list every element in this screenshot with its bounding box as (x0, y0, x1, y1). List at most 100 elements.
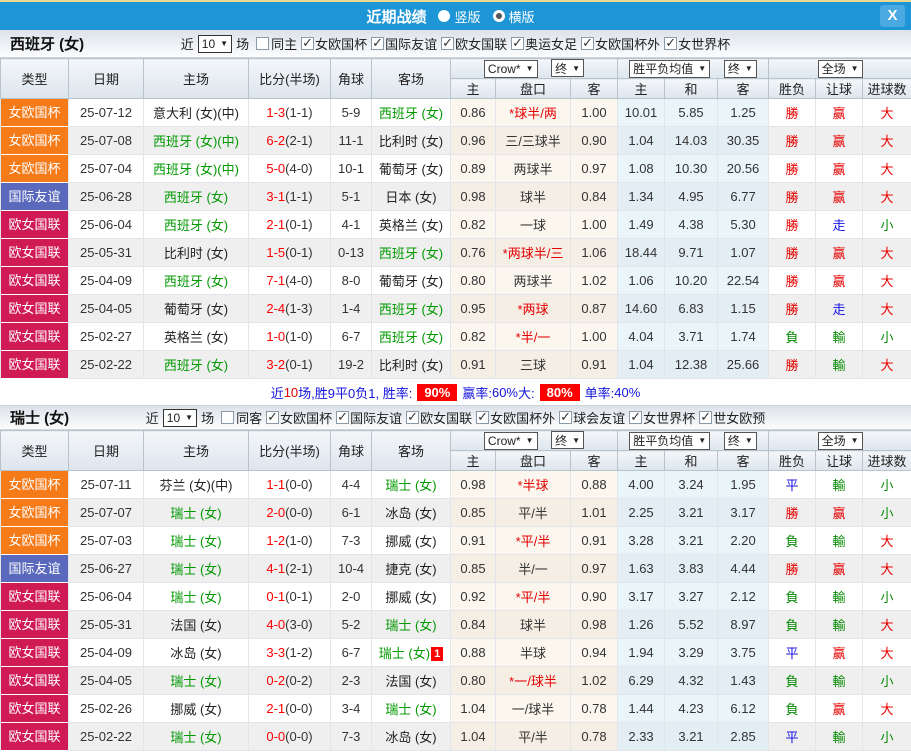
date-cell: 25-07-11 (68, 470, 144, 499)
avg-draw-cell: 9.71 (664, 238, 719, 267)
match-count-select[interactable]: 10 ▼ (197, 34, 233, 53)
competition-label: 女欧国杯外 (595, 37, 661, 52)
scope-group-header: 全场 ▼ (768, 430, 911, 451)
competition-label: 国际友谊 (385, 37, 438, 52)
corner-cell: 19-2 (330, 350, 372, 379)
record-summary: 近 10 场,胜9平0负1, 胜率: 90% 赢率: 60% 大: 80% 单率: 40% (0, 379, 911, 406)
match-row: 女欧国杯 25-07-12 意大利 (女)(中) 1-3(1-1) 5-9 西班牙 (女)… (0, 98, 911, 127)
near-label: 近 (145, 411, 159, 426)
away-team-cell: 葡萄牙 (女) (371, 266, 451, 295)
avg-time-select[interactable]: 终 ▼ (723, 59, 757, 78)
date-cell: 25-02-22 (68, 350, 144, 379)
away-odds-cell: 1.06 (569, 238, 619, 267)
avg-home-cell: 2.25 (617, 498, 666, 527)
same-venue-checkbox[interactable] (221, 411, 235, 424)
competition-checkbox[interactable] (301, 35, 315, 51)
competition-checkbox[interactable] (336, 409, 350, 425)
away-team-cell: 冰岛 (女) (371, 722, 451, 751)
away-team-cell: 瑞士 (女) (371, 610, 451, 639)
competition-checkbox[interactable] (441, 35, 455, 51)
handicap-cell: 球半 (495, 182, 571, 211)
home-team-cell: 瑞士 (女) (143, 582, 249, 611)
match-row: 欧女国联 25-04-05 葡萄牙 (女) 2-4(1-3) 1-4 西班牙 (女) 0.9… (0, 294, 911, 323)
avg-away-cell: 2.20 (717, 526, 770, 555)
competition-checkbox[interactable] (371, 35, 385, 51)
scope-select[interactable]: 全场 ▼ (817, 59, 863, 78)
competition-filters: 女欧国杯 国际友谊 欧女国联 女欧国杯外 球会友谊 女世界杯 世女欧预 (262, 408, 765, 427)
competition-type-badge: 欧女国联 (0, 610, 69, 639)
avg-away-cell: 2.12 (717, 582, 770, 611)
home-odds-cell: 0.85 (450, 498, 496, 527)
avg-draw-cell: 3.29 (664, 638, 719, 667)
match-row: 欧女国联 25-02-26 挪威 (女) 2-1(0-0) 3-4 瑞士 (女) 1.04 一… (0, 694, 911, 723)
avg-home-cell: 18.44 (617, 238, 666, 267)
competition-checkbox[interactable] (406, 409, 420, 425)
odds-time-select[interactable]: 终 ▼ (551, 59, 585, 78)
away-odds-cell: 0.98 (569, 610, 619, 639)
avg-type-select[interactable]: 胜平负均值 ▼ (629, 431, 711, 450)
competition-checkbox[interactable] (699, 409, 713, 425)
home-odds-cell: 0.91 (450, 526, 496, 555)
competition-checkbox[interactable] (559, 409, 573, 425)
result-handicap-cell: 赢 (815, 154, 864, 183)
score-cell: 1-2(1-0) (248, 526, 331, 555)
same-venue-checkbox[interactable] (256, 37, 270, 50)
match-row: 女欧国杯 25-07-08 西班牙 (女)(中) 6-2(2-1) 11-1 比利时 (女… (0, 126, 911, 155)
competition-checkbox[interactable] (476, 409, 490, 425)
match-count-select[interactable]: 10 ▼ (162, 408, 198, 427)
avg-away-cell: 1.15 (717, 294, 770, 323)
avg-time-select[interactable]: 终 ▼ (723, 431, 757, 450)
sub-header-handicap: 盘口 (495, 78, 571, 99)
score-cell: 3-3(1-2) (248, 638, 331, 667)
avg-home-cell: 1.63 (617, 554, 666, 583)
away-team-cell: 瑞士 (女) (371, 470, 451, 499)
horizontal-layout-label: 横版 (508, 9, 535, 25)
odds-time-select[interactable]: 终 ▼ (551, 431, 585, 450)
odds-company-select[interactable]: Crow* ▼ (483, 59, 538, 78)
result-handicap-cell: 輸 (815, 666, 864, 695)
away-odds-cell: 0.88 (569, 470, 619, 499)
away-team-cell: 冰岛 (女) (371, 498, 451, 527)
home-team-cell: 意大利 (女)(中) (143, 98, 249, 127)
avg-draw-cell: 3.21 (664, 498, 719, 527)
match-row: 国际友谊 25-06-27 瑞士 (女) 4-1(2-1) 10-4 捷克 (女) 0.85… (0, 554, 911, 583)
competition-checkbox[interactable] (664, 35, 678, 51)
results-table-switzerland: 类型 日期 主场 比分(半场) 角球 客场 Crow* ▼ 终 ▼ 胜平负均值 ▼ 终… (0, 430, 911, 751)
competition-type-badge: 女欧国杯 (0, 526, 69, 555)
result-goals-cell: 大 (862, 238, 911, 267)
match-row: 欧女国联 25-02-22 瑞士 (女) 0-0(0-0) 7-3 冰岛 (女) 1.04 平… (0, 722, 911, 751)
match-row: 欧女国联 25-06-04 瑞士 (女) 0-1(0-1) 2-0 挪威 (女) 0.92 *… (0, 582, 911, 611)
result-wdl-cell: 勝 (768, 498, 817, 527)
competition-checkbox[interactable] (511, 35, 525, 51)
away-team-cell: 日本 (女) (371, 182, 451, 211)
horizontal-layout-radio[interactable] (492, 10, 505, 22)
home-odds-cell: 0.95 (450, 294, 496, 323)
summary-part: 单率: (584, 385, 615, 401)
home-odds-cell: 0.92 (450, 582, 496, 611)
corner-cell: 11-1 (330, 126, 372, 155)
scope-select[interactable]: 全场 ▼ (817, 431, 863, 450)
match-row: 女欧国杯 25-07-03 瑞士 (女) 1-2(1-0) 7-3 挪威 (女) 0.91 *… (0, 526, 911, 555)
competition-checkbox[interactable] (266, 409, 280, 425)
competition-checkbox[interactable] (629, 409, 643, 425)
chevron-down-icon: ▼ (744, 64, 753, 73)
away-team-cell: 瑞士 (女) (371, 694, 451, 723)
home-team-cell: 英格兰 (女) (143, 322, 249, 351)
odds-company-select[interactable]: Crow* ▼ (483, 431, 538, 450)
date-cell: 25-07-03 (68, 526, 144, 555)
avg-group-header: 胜平负均值 ▼ 终 ▼ (617, 430, 770, 451)
avg-type-select[interactable]: 胜平负均值 ▼ (629, 59, 711, 78)
result-goals-cell: 大 (862, 694, 911, 723)
close-icon[interactable]: X (880, 5, 905, 27)
corner-cell: 8-0 (330, 266, 372, 295)
col-header-away: 客场 (371, 58, 451, 99)
result-wdl-cell: 平 (768, 470, 817, 499)
section-title: 瑞士 (女) (10, 410, 70, 427)
corner-cell: 10-1 (330, 154, 372, 183)
avg-draw-cell: 14.03 (664, 126, 719, 155)
corner-cell: 7-3 (330, 526, 372, 555)
result-wdl-cell: 勝 (768, 294, 817, 323)
summary-part: 大: (518, 385, 535, 401)
competition-checkbox[interactable] (581, 35, 595, 51)
vertical-layout-radio[interactable] (438, 10, 451, 22)
